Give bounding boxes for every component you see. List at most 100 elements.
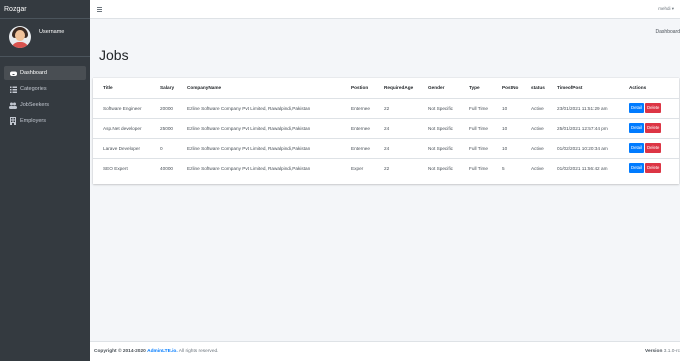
cell-actions: Detail Delete: [619, 97, 679, 118]
cell-requiredage: 22: [374, 97, 418, 118]
sidebar-item-categories[interactable]: Categories: [4, 82, 86, 96]
cell-actions: Detail Delete: [619, 137, 679, 158]
user-panel: Username: [0, 19, 90, 57]
version-number: 3.1.0-rc: [663, 349, 680, 354]
cell-companyname: Ezline Software Company Pvt Limited, Raw…: [177, 137, 341, 158]
cell-postno: 10: [492, 97, 521, 118]
dashboard-icon: [9, 69, 17, 77]
cell-type: Full Time: [459, 97, 492, 118]
building-icon: [9, 117, 17, 125]
top-navbar: mehdi ▾: [90, 0, 680, 19]
table-row: SEO Expert 40000 Ezline Software Company…: [93, 157, 679, 178]
column-header-postion: Postion: [351, 85, 369, 91]
cell-title: Asp.Net developer: [93, 117, 150, 138]
cell-salary: 25000: [150, 117, 177, 138]
column-header-actions: Actions: [629, 85, 647, 91]
cell-postno: 10: [492, 117, 521, 138]
delete-button[interactable]: Delete: [645, 103, 662, 113]
column-header-requiredage: RequiredAge: [384, 85, 414, 91]
sidebar-item-label: Dashboard: [20, 70, 47, 76]
cell-status: Active: [521, 97, 547, 118]
cell-type: Full Time: [459, 117, 492, 138]
sidebar-item-label: JobSeekers: [20, 102, 50, 108]
cell-title: SEO Expert: [93, 157, 150, 178]
cell-title: Larave Developer: [93, 137, 150, 158]
sidebar-item-jobseekers[interactable]: JobSeekers: [4, 98, 86, 112]
breadcrumb[interactable]: Dashboard: [656, 29, 680, 35]
cell-postion: Exper: [341, 157, 374, 178]
sidebar-username[interactable]: Username: [39, 29, 64, 35]
cell-status: Active: [521, 157, 547, 178]
users-icon: [9, 101, 17, 109]
jobs-table-card: Title Salary CompanyName Postion Require…: [93, 78, 679, 184]
sidebar: Rozgar Username Dashboard Categories Job…: [0, 0, 90, 361]
cell-timeofpost: 23/01/2021 11:51:29 am: [547, 97, 619, 118]
column-header-salary: Salary: [160, 85, 175, 91]
footer-version: Version 3.1.0-rc: [645, 349, 680, 354]
column-header-postno: PostNo: [502, 85, 519, 91]
column-header-type: Type: [469, 85, 480, 91]
cell-timeofpost: 25/01/2021 12:57:44 pm: [547, 117, 619, 138]
cell-requiredage: 24: [374, 137, 418, 158]
cell-companyname: Ezline Software Company Pvt Limited, Raw…: [177, 97, 341, 118]
column-header-timeofpost: TimeofPost: [557, 85, 583, 91]
detail-button[interactable]: Detail: [629, 123, 644, 133]
delete-button[interactable]: Delete: [645, 143, 662, 153]
sidebar-nav: Dashboard Categories JobSeekers Employer…: [0, 57, 90, 128]
table-row: Larave Developer 0 Ezline Software Compa…: [93, 137, 679, 158]
brand-link[interactable]: Rozgar: [0, 0, 90, 19]
cell-gender: Not Specific: [418, 117, 459, 138]
cell-status: Active: [521, 137, 547, 158]
cell-requiredage: 22: [374, 157, 418, 178]
cell-title: Software Engineer: [93, 97, 150, 118]
column-header-companyname: CompanyName: [187, 85, 222, 91]
cell-timeofpost: 01/02/2021 11:56:42 am: [547, 157, 619, 178]
footer: Copyright © 2014-2020 AdminLTE.io. All r…: [90, 341, 680, 361]
user-menu-dropdown[interactable]: mehdi ▾: [658, 6, 674, 12]
detail-button[interactable]: Detail: [629, 143, 644, 153]
cell-companyname: Ezline Software Company Pvt Limited, Raw…: [177, 117, 341, 138]
table-row: Asp.Net developer 25000 Ezline Software …: [93, 117, 679, 138]
brand-name: Rozgar: [4, 6, 27, 13]
sidebar-item-employers[interactable]: Employers: [4, 114, 86, 128]
chevron-down-icon: ▾: [671, 6, 674, 11]
sidebar-item-label: Categories: [20, 86, 47, 92]
column-header-status: status: [531, 85, 545, 91]
cell-postno: 5: [492, 157, 521, 178]
column-header-title: Title: [103, 85, 113, 91]
cell-gender: Not Specific: [418, 157, 459, 178]
cell-postion: Enternee: [341, 97, 374, 118]
list-icon: [9, 85, 17, 93]
sidebar-item-dashboard[interactable]: Dashboard: [4, 66, 86, 80]
cell-type: Full Time: [459, 157, 492, 178]
jobs-table: Title Salary CompanyName Postion Require…: [93, 78, 679, 178]
cell-salary: 0: [150, 137, 177, 158]
footer-copyright: Copyright © 2014-2020 AdminLTE.io. All r…: [94, 349, 219, 354]
detail-button[interactable]: Detail: [629, 163, 644, 174]
column-header-gender: Gender: [428, 85, 445, 91]
adminlte-link[interactable]: AdminLTE.io.: [147, 349, 178, 354]
cell-type: Full Time: [459, 137, 492, 158]
user-menu-label: mehdi: [658, 6, 671, 11]
cell-salary: 40000: [150, 157, 177, 178]
table-header-row: Title Salary CompanyName Postion Require…: [93, 78, 679, 98]
cell-actions: Detail Delete: [619, 157, 679, 178]
delete-button[interactable]: Delete: [645, 163, 662, 174]
cell-requiredage: 24: [374, 117, 418, 138]
avatar: [9, 26, 31, 48]
version-label: Version: [645, 349, 663, 354]
cell-gender: Not Specific: [418, 137, 459, 158]
delete-button[interactable]: Delete: [645, 123, 662, 133]
cell-timeofpost: 01/02/2021 10:20:34 am: [547, 137, 619, 158]
cell-status: Active: [521, 117, 547, 138]
cell-actions: Detail Delete: [619, 117, 679, 138]
page-title: Jobs: [99, 47, 129, 63]
rights-text: All rights reserved.: [178, 349, 219, 354]
cell-companyname: Ezline Software Company Pvt Limited, Raw…: [177, 157, 341, 178]
cell-salary: 20000: [150, 97, 177, 118]
detail-button[interactable]: Detail: [629, 103, 644, 113]
cell-postno: 10: [492, 137, 521, 158]
menu-toggle-icon[interactable]: [97, 7, 102, 12]
sidebar-item-label: Employers: [20, 118, 46, 124]
cell-postion: Enternee: [341, 137, 374, 158]
